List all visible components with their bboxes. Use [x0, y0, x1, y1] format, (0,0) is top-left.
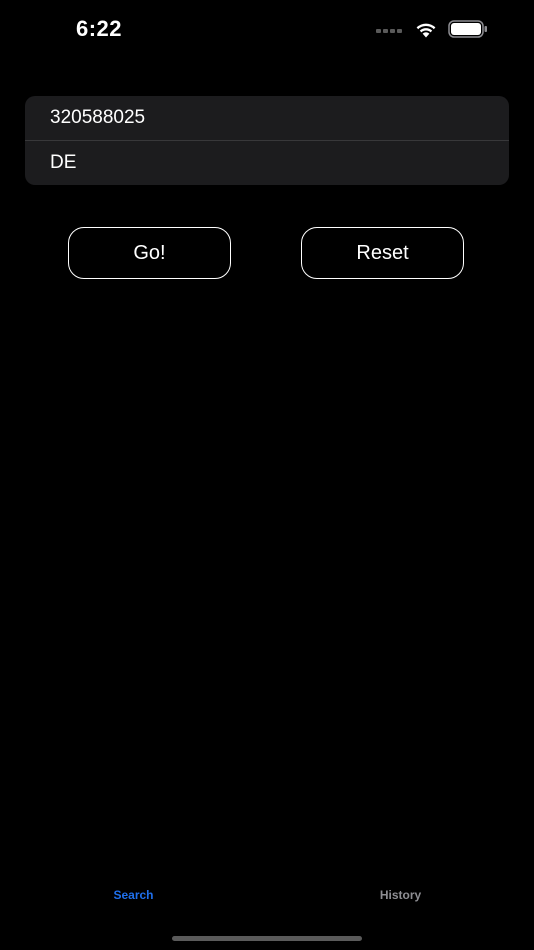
status-indicators [376, 20, 488, 38]
home-indicator[interactable] [172, 936, 362, 941]
tab-history[interactable]: History [267, 880, 534, 910]
reset-button[interactable]: Reset [301, 227, 464, 279]
status-time: 6:22 [76, 16, 123, 41]
battery-icon [448, 20, 487, 38]
cellular-signal-icon [376, 29, 402, 33]
tab-bar: Search History [0, 880, 534, 950]
status-bar: 6:22 [0, 0, 534, 60]
tab-search[interactable]: Search [0, 880, 267, 910]
go-button[interactable]: Go! [68, 227, 231, 279]
search-form: 320588025 DE [25, 96, 509, 185]
country-field[interactable]: DE [25, 141, 509, 185]
wifi-icon [416, 23, 436, 38]
number-field[interactable]: 320588025 [25, 96, 509, 140]
